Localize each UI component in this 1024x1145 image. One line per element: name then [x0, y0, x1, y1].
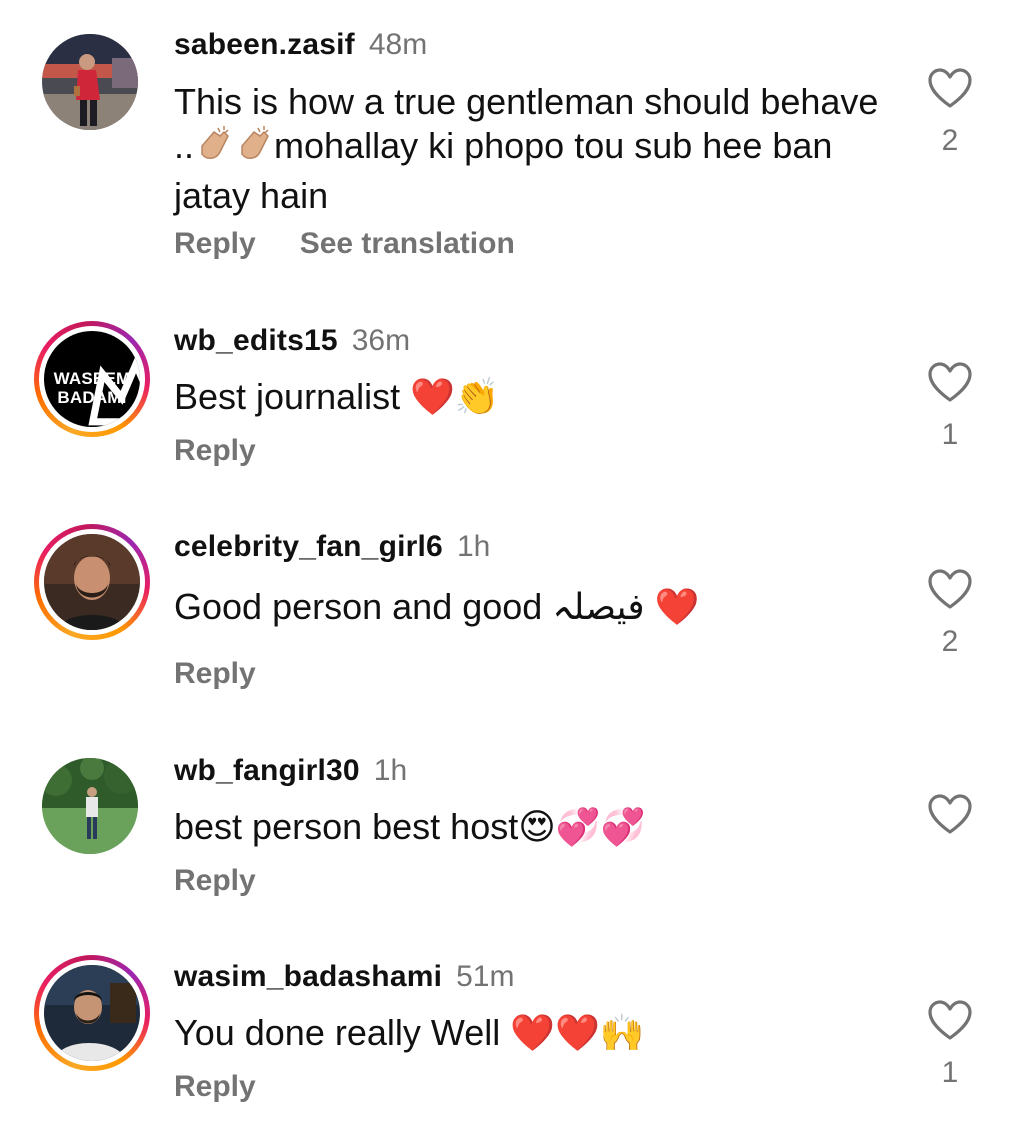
comment-text: You done really Well ❤️❤️🙌 — [174, 1012, 645, 1053]
like-button[interactable] — [926, 998, 974, 1042]
comment-header: wb_fangirl30 1h — [174, 754, 407, 788]
reply-button[interactable]: Reply — [174, 434, 256, 467]
username-link[interactable]: celebrity_fan_girl6 — [174, 530, 443, 563]
comment-actions: Reply See translation — [174, 227, 515, 261]
logo-line: WASEEM — [53, 369, 131, 388]
username-link[interactable]: wasim_badashami — [174, 960, 442, 993]
comment-text: Good person and good فیصلہ ❤️ — [174, 586, 700, 627]
avatar[interactable]: WASEEM BADAMI — [34, 321, 150, 437]
comment-time: 48m — [368, 28, 428, 61]
like-button[interactable] — [926, 792, 974, 836]
avatar[interactable] — [42, 34, 138, 130]
reply-button[interactable]: Reply — [174, 657, 256, 690]
clap-emoji-icon — [194, 124, 234, 174]
username-link[interactable]: wb_edits15 — [174, 324, 338, 357]
username-link[interactable]: sabeen.zasif — [174, 28, 355, 61]
comment-header: celebrity_fan_girl6 1h — [174, 530, 490, 564]
comment-text: Best journalist ❤️👏 — [174, 376, 500, 417]
see-translation-button[interactable]: See translation — [300, 227, 515, 260]
comment-time: 36m — [351, 324, 411, 357]
comment-time: 1h — [456, 530, 491, 563]
reply-button[interactable]: Reply — [174, 1070, 256, 1103]
avatar[interactable] — [34, 955, 150, 1071]
comment-actions: Reply — [174, 1070, 256, 1104]
man-selfie-photo — [44, 965, 140, 1061]
comment-header: sabeen.zasif 48m — [174, 28, 427, 62]
username-link[interactable]: wb_fangirl30 — [174, 754, 360, 787]
heart-outline-icon — [928, 362, 972, 402]
heart-outline-icon — [928, 569, 972, 609]
reply-button[interactable]: Reply — [174, 864, 256, 897]
like-count: 1 — [941, 1056, 959, 1089]
clap-emoji-icon — [234, 124, 274, 174]
like-count: 1 — [941, 418, 959, 451]
comment-text: best person best host😍💞💞 — [174, 806, 646, 847]
like-count: 2 — [941, 124, 959, 157]
logo-line: BADAMI — [57, 388, 127, 407]
comment-time: 1h — [373, 754, 408, 787]
woman-in-red-photo — [42, 34, 138, 130]
comment-header: wasim_badashami 51m — [174, 960, 514, 994]
comment-header: wb_edits15 36m — [174, 324, 410, 358]
man-portrait-photo — [44, 534, 140, 630]
heart-outline-icon — [928, 1000, 972, 1040]
comment-actions: Reply — [174, 657, 256, 691]
waseem-badami-logo: WASEEM BADAMI — [44, 331, 140, 427]
like-button[interactable] — [926, 360, 974, 404]
park-photo — [42, 758, 138, 854]
avatar[interactable] — [42, 758, 138, 854]
like-count: 2 — [941, 625, 959, 658]
heart-outline-icon — [928, 794, 972, 834]
reply-button[interactable]: Reply — [174, 227, 256, 260]
like-button[interactable] — [926, 66, 974, 110]
comment-time: 51m — [456, 960, 515, 993]
avatar[interactable] — [34, 524, 150, 640]
comment-text: This is how a true gentleman should beha… — [174, 80, 894, 218]
comment-actions: Reply — [174, 864, 256, 898]
like-button[interactable] — [926, 567, 974, 611]
heart-outline-icon — [928, 68, 972, 108]
comment-actions: Reply — [174, 434, 256, 468]
